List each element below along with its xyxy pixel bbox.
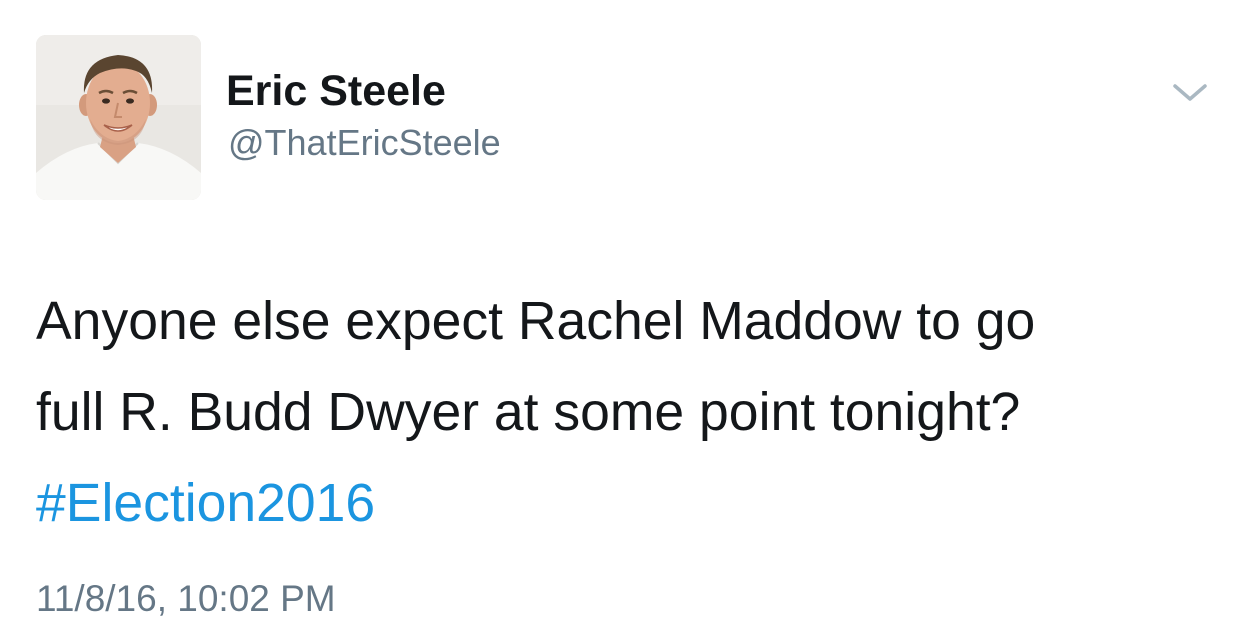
tweet-text: Anyone else expect Rachel Maddow to go f… (36, 276, 1221, 549)
hashtag-link[interactable]: #Election2016 (36, 458, 1221, 549)
display-name[interactable]: Eric Steele (226, 66, 446, 116)
user-handle[interactable]: @ThatEricSteele (228, 121, 501, 165)
avatar[interactable] (36, 35, 201, 200)
tweet-text-line: full R. Budd Dwyer at some point tonight… (36, 383, 1021, 442)
tweet-card: Eric Steele @ThatEricSteele Anyone else … (0, 0, 1242, 642)
chevron-down-icon[interactable] (1170, 78, 1210, 106)
tweet-timestamp[interactable]: 11/8/16, 10:02 PM (36, 575, 336, 623)
avatar-photo (36, 35, 201, 200)
tweet-text-line: Anyone else expect Rachel Maddow to go (36, 292, 1036, 351)
